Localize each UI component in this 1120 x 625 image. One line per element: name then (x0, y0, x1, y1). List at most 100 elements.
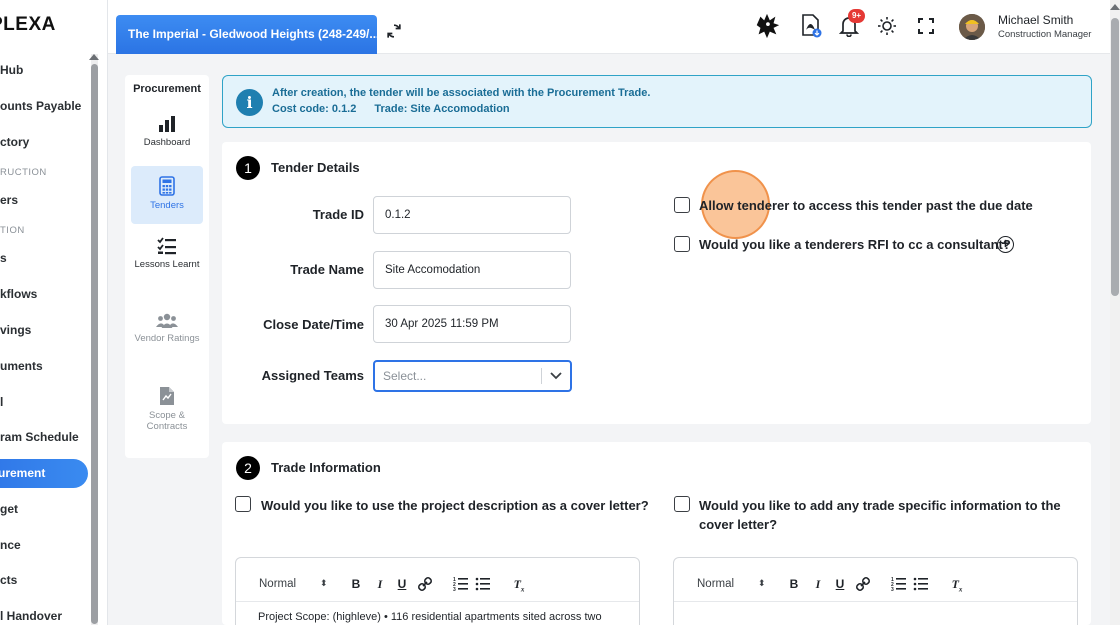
procurement-nav-dashboard-label: Dashboard (143, 137, 191, 148)
procurement-nav-scope-contracts-label: Scope & Contracts (146, 410, 188, 432)
link-icon[interactable] (855, 575, 871, 593)
sidebar-item-documents[interactable]: uments (0, 356, 43, 376)
procurement-nav-title: Procurement (133, 83, 201, 95)
bullet-list-icon[interactable] (475, 575, 491, 593)
cover-letter-text[interactable]: Project Scope: (highleve) • 116 resident… (258, 611, 602, 623)
pdf-download-icon[interactable] (797, 12, 825, 40)
allow-past-due-label[interactable]: Allow tenderer to access this tender pas… (699, 198, 1033, 213)
procurement-nav-tenders-label: Tenders (150, 200, 184, 211)
trade-name-label: Trade Name (290, 262, 364, 277)
sidebar-section-information: TION (0, 225, 25, 236)
add-specific-label[interactable]: Would you like to add any trade specific… (699, 496, 1089, 534)
sidebar-item-handover[interactable]: l Handover (0, 606, 62, 625)
sidebar-scroll-up-icon[interactable] (89, 54, 99, 60)
theme-toggle-icon[interactable] (873, 12, 901, 40)
sidebar-item-l[interactable]: l (0, 392, 3, 412)
procurement-nav-tenders[interactable]: Tenders (131, 166, 203, 224)
notification-badge: 9+ (848, 9, 865, 23)
sidebar-item-workflows[interactable]: kflows (0, 284, 37, 304)
bullet-list-icon[interactable] (913, 575, 929, 593)
assigned-teams-select[interactable]: Select... (373, 360, 572, 392)
info-trade: Trade: Site Accomodation (374, 103, 510, 115)
main-sidebar: PLEXA Hub ounts Payable ctory RUCTION er… (0, 0, 108, 625)
bold-icon[interactable]: B (786, 575, 802, 593)
procurement-nav: Procurement Dashboard Tenders Lessons Le… (125, 75, 209, 458)
link-icon[interactable] (417, 575, 433, 593)
procurement-nav-lessons-learnt[interactable]: Lessons Learnt (131, 237, 203, 289)
sidebar-item-hub[interactable]: Hub (0, 60, 23, 80)
avatar[interactable] (959, 14, 985, 40)
rfi-cc-label[interactable]: Would you like a tenderers RFI to cc a c… (699, 237, 1011, 252)
procurement-nav-scope-contracts[interactable]: Scope & Contracts (131, 386, 203, 442)
main-scroll-up-icon[interactable] (1110, 4, 1120, 10)
use-description-checkbox[interactable] (235, 496, 251, 512)
bold-icon[interactable]: B (348, 575, 364, 593)
add-specific-checkbox[interactable] (674, 496, 690, 512)
format-select-arrows-icon[interactable]: ⬍ (320, 578, 328, 589)
use-description-label[interactable]: Would you like to use the project descri… (261, 498, 649, 513)
format-select[interactable]: Normal (697, 578, 734, 590)
sidebar-scrollbar-thumb[interactable] (91, 64, 98, 624)
ordered-list-icon[interactable]: 1 2 3 (453, 575, 469, 593)
editor-toolbar: Normal ⬍ B I U 1 2 3 Tx (236, 558, 639, 602)
chevron-down-icon[interactable] (550, 371, 562, 381)
underline-icon[interactable]: U (394, 575, 410, 593)
svg-text:3: 3 (453, 587, 456, 593)
sidebar-item-budget[interactable]: get (0, 499, 18, 519)
sidebar-item-program-schedule[interactable]: ram Schedule (0, 427, 79, 447)
app-logo[interactable]: PLEXA (0, 14, 56, 36)
info-banner: i After creation, the tender will be ass… (222, 75, 1092, 128)
trade-name-field[interactable]: Site Accomodation (373, 251, 571, 289)
allow-past-due-checkbox[interactable] (674, 197, 690, 213)
project-tab[interactable]: The Imperial - Gledwood Heights (248-249… (116, 15, 377, 54)
document-icon (160, 387, 174, 405)
step-number-1: 1 (236, 156, 260, 180)
main-scrollbar-thumb[interactable] (1111, 18, 1119, 296)
info-banner-details: Cost code: 0.1.2 Trade: Site Accomodation (272, 103, 528, 115)
clear-format-icon[interactable]: Tx (949, 575, 965, 593)
refresh-icon[interactable] (384, 21, 404, 41)
sidebar-item-s[interactable]: s (0, 248, 7, 268)
users-group-icon (156, 313, 178, 328)
user-role: Construction Manager (998, 29, 1092, 40)
info-banner-message: After creation, the tender will be assoc… (272, 87, 651, 99)
editor-toolbar: Normal ⬍ B I U 1 2 3 Tx (674, 558, 1077, 602)
ordered-list-icon[interactable]: 1 2 3 (891, 575, 907, 593)
clear-format-icon[interactable]: Tx (511, 575, 527, 593)
sidebar-item-procurement[interactable]: urement (0, 459, 88, 488)
close-date-label: Close Date/Time (263, 317, 364, 332)
tender-details-title: Tender Details (271, 160, 360, 175)
procurement-nav-vendor-ratings-label: Vendor Ratings (134, 333, 200, 344)
svg-text:3: 3 (891, 587, 894, 593)
format-select[interactable]: Normal (259, 578, 296, 590)
procurement-nav-dashboard[interactable]: Dashboard (131, 113, 203, 155)
user-name[interactable]: Michael Smith (998, 13, 1073, 27)
checklist-icon (157, 237, 176, 255)
trade-info-editor[interactable]: Normal ⬍ B I U 1 2 3 Tx (673, 557, 1078, 625)
sidebar-item-drawings[interactable]: vings (0, 320, 31, 340)
lion-logo-icon[interactable] (753, 12, 781, 40)
sidebar-item-finance[interactable]: nce (0, 535, 21, 555)
close-date-field[interactable]: 30 Apr 2025 11:59 PM (373, 305, 571, 343)
add-consultant-icon[interactable]: + (997, 236, 1014, 253)
rfi-cc-checkbox[interactable] (674, 236, 690, 252)
procurement-nav-vendor-ratings[interactable]: Vendor Ratings (131, 313, 203, 365)
italic-icon[interactable]: I (810, 575, 826, 593)
italic-icon[interactable]: I (372, 575, 388, 593)
calculator-icon (159, 176, 175, 196)
sidebar-item-accounts-payable[interactable]: ounts Payable (0, 96, 81, 116)
trade-id-label: Trade ID (312, 207, 364, 222)
bar-chart-icon (159, 116, 175, 132)
underline-icon[interactable]: U (832, 575, 848, 593)
sidebar-item-directory[interactable]: ctory (0, 132, 29, 152)
trade-id-field[interactable]: 0.1.2 (373, 196, 571, 234)
fullscreen-icon[interactable] (912, 12, 940, 40)
select-separator (541, 368, 542, 384)
sidebar-item-contracts[interactable]: cts (0, 570, 17, 590)
top-bar: The Imperial - Gledwood Heights (248-249… (108, 0, 1110, 54)
assigned-teams-label: Assigned Teams (261, 368, 364, 383)
cover-letter-editor[interactable]: Normal ⬍ B I U 1 2 3 Tx Project Scope: (… (235, 557, 640, 625)
format-select-arrows-icon[interactable]: ⬍ (758, 578, 766, 589)
sidebar-item-tenders[interactable]: ers (0, 190, 18, 210)
assigned-teams-placeholder: Select... (383, 369, 427, 383)
